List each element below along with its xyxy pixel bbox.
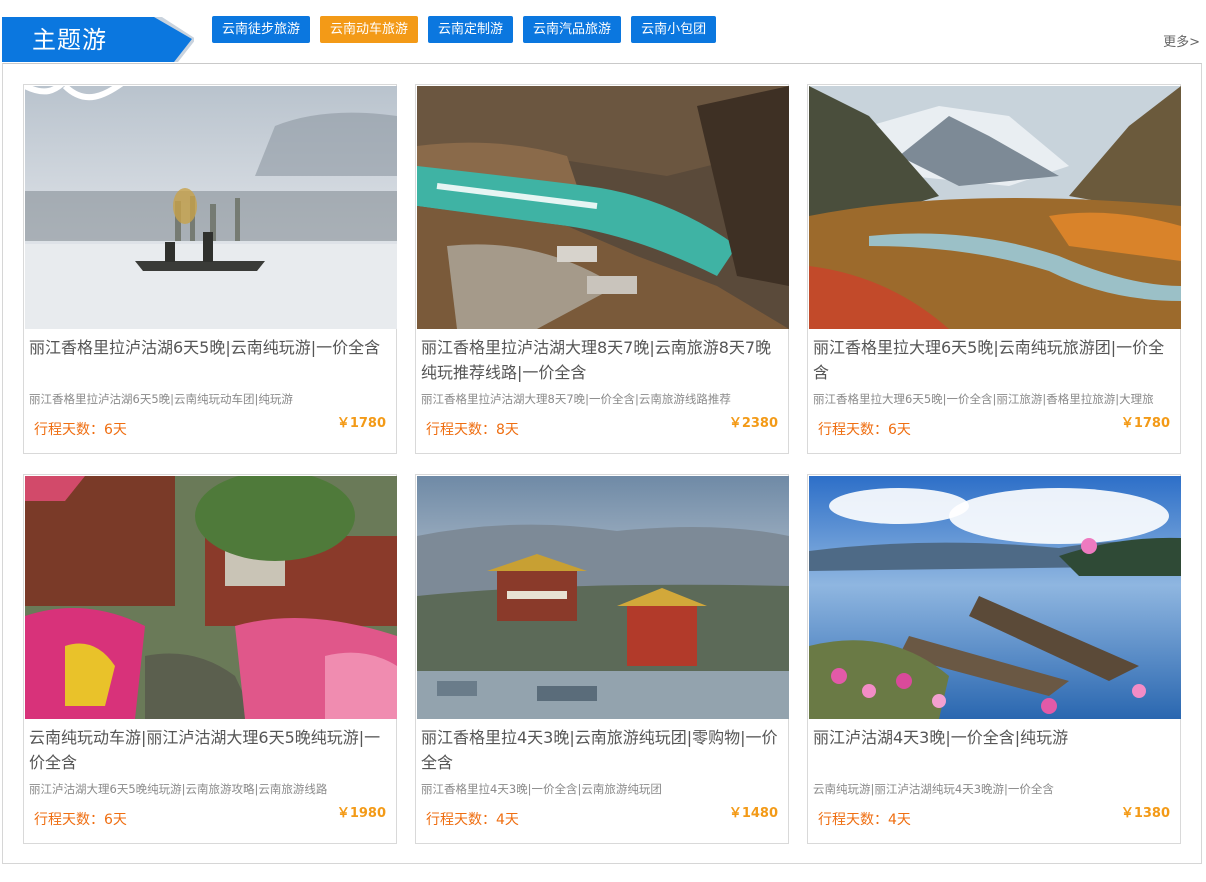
- product-card[interactable]: 丽江香格里拉4天3晚|云南旅游纯玩团|零购物|一价全含 丽江香格里拉4天3晚|一…: [415, 474, 789, 844]
- product-title[interactable]: 云南纯玩动车游|丽江泸沽湖大理6天5晚纯玩游|一价全含: [29, 725, 393, 775]
- product-price: ￥1980: [336, 806, 386, 821]
- tag-hiking[interactable]: 云南徒步旅游: [212, 16, 311, 43]
- product-price: ￥1780: [1120, 416, 1170, 431]
- product-grid: 丽江香格里拉泸沽湖6天5晚|云南纯玩游|一价全含 丽江香格里拉泸沽湖6天5晚|云…: [2, 63, 1202, 864]
- product-subtitle: 丽江香格里拉泸沽湖大理8天7晚|一价全含|云南旅游线路推荐: [421, 392, 731, 406]
- product-card[interactable]: 丽江香格里拉泸沽湖大理8天7晚|云南旅游8天7晚纯玩推荐线路|一价全含 丽江香格…: [415, 84, 789, 454]
- trip-days: 行程天数：6天: [34, 422, 127, 438]
- trip-days: 行程天数：8天: [426, 422, 519, 438]
- monastery-town-photo[interactable]: [417, 476, 789, 719]
- product-price: ￥1380: [1120, 806, 1170, 821]
- tag-train[interactable]: 云南动车旅游: [320, 16, 419, 43]
- product-title[interactable]: 丽江香格里拉4天3晚|云南旅游纯玩团|零购物|一价全含: [421, 725, 785, 775]
- tiger-leaping-gorge-photo[interactable]: [417, 86, 789, 329]
- theme-tag-list: 云南徒步旅游 云南动车旅游 云南定制游 云南汽品旅游 云南小包团: [212, 16, 717, 43]
- product-title[interactable]: 丽江香格里拉泸沽湖大理8天7晚|云南旅游8天7晚纯玩推荐线路|一价全含: [421, 335, 785, 385]
- trip-days: 行程天数：6天: [34, 812, 127, 828]
- section-header: 主题游 云南徒步旅游 云南动车旅游 云南定制游 云南汽品旅游 云南小包团 更多>: [0, 0, 1206, 64]
- product-title[interactable]: 丽江泸沽湖4天3晚|一价全含|纯玩游: [813, 725, 1177, 750]
- tag-car[interactable]: 云南汽品旅游: [523, 16, 622, 43]
- trip-days: 行程天数：6天: [818, 422, 911, 438]
- product-subtitle: 丽江香格里拉4天3晚|一价全含|云南旅游纯玩团: [421, 782, 662, 796]
- section-title: 主题游: [32, 26, 107, 54]
- product-card[interactable]: 丽江香格里拉大理6天5晚|云南纯玩旅游团|一价全含 丽江香格里拉大理6天5晚|一…: [807, 84, 1181, 454]
- product-card[interactable]: 丽江泸沽湖4天3晚|一价全含|纯玩游 云南纯玩游|丽江泸沽湖纯玩4天3晚游|一价…: [807, 474, 1181, 844]
- product-subtitle: 丽江香格里拉泸沽湖6天5晚|云南纯玩动车团|纯玩游: [29, 392, 293, 406]
- product-title[interactable]: 丽江香格里拉泸沽湖6天5晚|云南纯玩游|一价全含: [29, 335, 393, 360]
- product-title[interactable]: 丽江香格里拉大理6天5晚|云南纯玩旅游团|一价全含: [813, 335, 1177, 385]
- product-price: ￥1780: [336, 416, 386, 431]
- product-subtitle: 丽江香格里拉大理6天5晚|一价全含|丽江旅游|香格里拉旅游|大理旅: [813, 392, 1154, 406]
- old-town-flowers-photo[interactable]: [25, 476, 397, 719]
- product-price: ￥2380: [728, 416, 778, 431]
- product-subtitle: 丽江泸沽湖大理6天5晚纯玩游|云南旅游攻略|云南旅游线路: [29, 782, 328, 796]
- snow-mountain-valley-photo[interactable]: [809, 86, 1181, 329]
- product-card[interactable]: 云南纯玩动车游|丽江泸沽湖大理6天5晚纯玩游|一价全含 丽江泸沽湖大理6天5晚纯…: [23, 474, 397, 844]
- trip-days: 行程天数：4天: [818, 812, 911, 828]
- misty-lake-boat-photo[interactable]: [25, 86, 397, 329]
- trip-days: 行程天数：4天: [426, 812, 519, 828]
- product-price: ￥1480: [728, 806, 778, 821]
- product-card[interactable]: 丽江香格里拉泸沽湖6天5晚|云南纯玩游|一价全含 丽江香格里拉泸沽湖6天5晚|云…: [23, 84, 397, 454]
- tag-small-group[interactable]: 云南小包团: [631, 16, 717, 43]
- lake-boats-cosmos-photo[interactable]: [809, 476, 1181, 719]
- product-subtitle: 云南纯玩游|丽江泸沽湖纯玩4天3晚游|一价全含: [813, 782, 1054, 796]
- tag-custom[interactable]: 云南定制游: [428, 16, 514, 43]
- more-link[interactable]: 更多>: [1163, 31, 1200, 50]
